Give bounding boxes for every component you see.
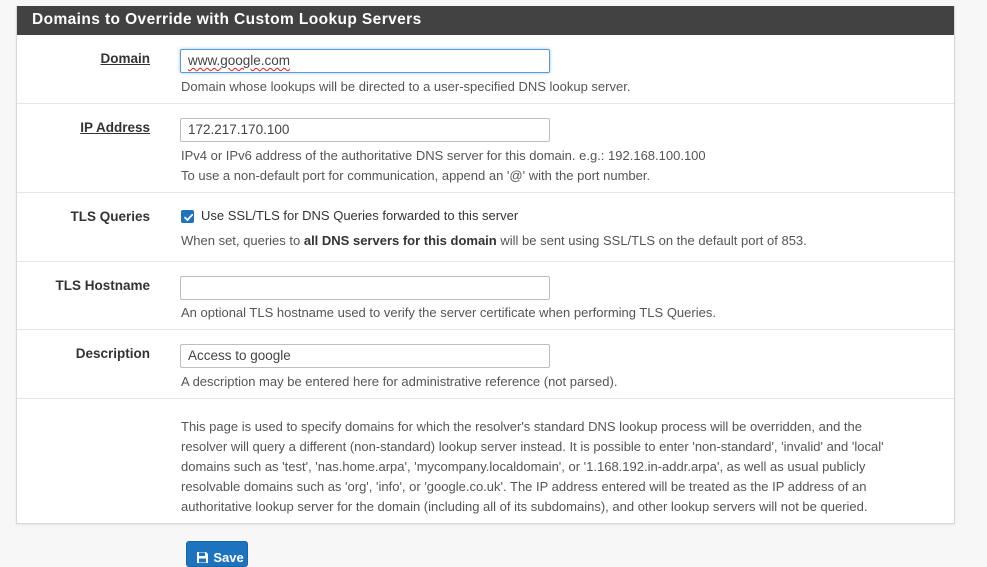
- description-input[interactable]: Access to google: [180, 344, 550, 368]
- domain-override-panel: Domains to Override with Custom Lookup S…: [16, 6, 955, 524]
- tls-queries-checkbox-label[interactable]: Use SSL/TLS for DNS Queries forwarded to…: [201, 208, 518, 223]
- tls-queries-row: TLS Queries Use SSL/TLS for DNS Queries …: [17, 192, 954, 261]
- ip-address-input-value: 172.217.170.100: [188, 122, 290, 137]
- save-button-label: Save: [213, 549, 244, 565]
- tls-queries-help-suffix: will be sent using SSL/TLS on the defaul…: [496, 233, 807, 248]
- description-label: Description: [75, 346, 150, 361]
- tls-queries-label: TLS Queries: [70, 209, 150, 224]
- ip-address-label[interactable]: IP Address: [80, 120, 150, 135]
- ip-address-help-2: To use a non-default port for communicat…: [181, 168, 651, 183]
- domain-help: Domain whose lookups will be directed to…: [181, 79, 631, 94]
- tls-queries-help-prefix: When set, queries to: [181, 233, 304, 248]
- domain-row: Domain www.google.com Domain whose looku…: [17, 35, 954, 104]
- tls-queries-checkbox[interactable]: [181, 210, 194, 223]
- info-line-2: resolver will query a different (non-sta…: [181, 439, 884, 454]
- panel-title: Domains to Override with Custom Lookup S…: [17, 6, 954, 35]
- domain-input[interactable]: www.google.com: [180, 49, 550, 73]
- domain-input-value: www.google.com: [188, 53, 291, 68]
- description-row: Description Access to google A descripti…: [17, 329, 954, 399]
- ip-address-input[interactable]: 172.217.170.100: [180, 118, 550, 142]
- tls-hostname-row: TLS Hostname An optional TLS hostname us…: [17, 261, 954, 330]
- save-icon: [196, 551, 209, 564]
- ip-address-help-1: IPv4 or IPv6 address of the authoritativ…: [181, 148, 706, 163]
- tls-hostname-help: An optional TLS hostname used to verify …: [181, 305, 716, 320]
- domain-label[interactable]: Domain: [100, 51, 150, 66]
- tls-queries-help: When set, queries to all DNS servers for…: [181, 231, 807, 251]
- info-line-3: domains such as 'test', 'nas.home.arpa',…: [181, 459, 866, 474]
- info-row: This page is used to specify domains for…: [17, 398, 954, 524]
- description-help: A description may be entered here for ad…: [181, 374, 618, 389]
- tls-hostname-input[interactable]: [180, 276, 550, 300]
- info-line-5: authoritative lookup server for the doma…: [181, 499, 868, 514]
- save-button[interactable]: Save: [186, 541, 248, 567]
- info-text: This page is used to specify domains for…: [181, 417, 941, 517]
- checkmark-icon: [184, 213, 194, 221]
- tls-hostname-label: TLS Hostname: [55, 278, 150, 293]
- info-line-1: This page is used to specify domains for…: [181, 419, 862, 434]
- ip-address-row: IP Address 172.217.170.100 IPv4 or IPv6 …: [17, 103, 954, 192]
- info-line-4: resolvable domains such as 'org', 'info'…: [181, 479, 867, 494]
- description-input-value: Access to google: [188, 348, 291, 363]
- tls-queries-help-bold: all DNS servers for this domain: [303, 233, 497, 248]
